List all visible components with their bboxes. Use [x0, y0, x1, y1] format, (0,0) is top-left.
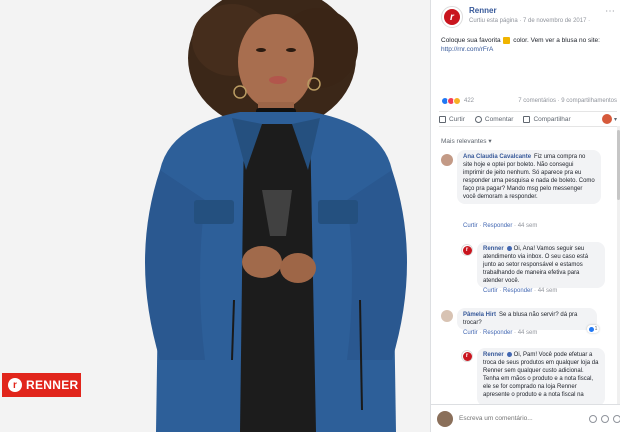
brand-logo-text: RENNER [26, 378, 79, 392]
comment-author[interactable]: Ana Claudia Cavalcante [463, 154, 531, 160]
current-user-avatar[interactable] [437, 410, 453, 427]
more-dots-icon[interactable]: ⋯ [605, 6, 615, 17]
comment-time[interactable]: 44 sem [518, 330, 538, 336]
post-text: Coloque sua favorita color. Vem ver a bl… [441, 36, 613, 54]
like-label: Curtir [449, 115, 465, 123]
comment-time[interactable]: 44 sem [538, 288, 558, 294]
brand-logo: r RENNER [2, 373, 81, 397]
brand-avatar[interactable] [461, 350, 473, 362]
comment-like-link[interactable]: Curtir [483, 288, 498, 294]
comment-like-count: 1 [594, 326, 598, 332]
comment-like-link[interactable]: Curtir [463, 330, 478, 336]
comment-text: Oi, Pam! Você pode efetuar a troca de se… [483, 352, 599, 398]
post-actions: Curtir Comentar Compartilhar ▾ [439, 111, 617, 127]
verified-badge-icon [506, 351, 512, 357]
comments-shares-stats[interactable]: 7 comentários · 9 compartilhamentos [518, 98, 617, 104]
comment-button[interactable]: Comentar [474, 115, 514, 123]
reactions-bar[interactable]: 422 7 comentários · 9 compartilhamentos [441, 96, 617, 106]
avatar[interactable] [441, 310, 453, 322]
comment-actions: Curtir · Responder · 44 sem [483, 288, 558, 294]
reactions-count[interactable]: 422 [464, 98, 474, 104]
emoji-icon[interactable] [589, 414, 597, 423]
comment-reply-link[interactable]: Responder [503, 288, 532, 294]
comment-bubble: Ana Claudia Cavalcante Fiz uma compra no … [457, 150, 601, 204]
comment-composer [431, 404, 620, 432]
share-as-avatar[interactable] [601, 114, 612, 124]
comment-label: Comentar [484, 115, 514, 123]
share-label: Compartilhar [533, 115, 571, 123]
avatar[interactable] [441, 154, 453, 166]
comment-input[interactable] [459, 411, 581, 426]
camera-icon[interactable] [601, 414, 609, 423]
comment-icon [474, 115, 482, 123]
post-panel: r Renner Curtiu esta página · 7 de novem… [430, 0, 620, 432]
verified-badge-icon [506, 245, 512, 251]
page-avatar[interactable]: r [441, 6, 463, 28]
share-button[interactable]: Compartilhar [523, 115, 571, 123]
comment-actions: Curtir · Responder · 44 sem [463, 223, 538, 229]
post-header: r Renner Curtiu esta página · 7 de novem… [441, 6, 617, 32]
post-text-part1: Coloque sua favorita [441, 37, 501, 44]
brand-logo-icon: r [8, 378, 22, 392]
comment-like-badge[interactable]: 1 [587, 325, 599, 333]
comment-actions: Curtir · Responder · 44 sem [463, 330, 538, 336]
page-name-link[interactable]: Renner [469, 6, 590, 16]
comment-time[interactable]: 44 sem [518, 223, 538, 229]
share-icon [523, 115, 531, 123]
model-illustration [0, 0, 430, 432]
comment-bubble: Pâmela Hirt Se a blusa não servir? dá pra… [457, 308, 597, 330]
brand-avatar[interactable] [461, 244, 473, 256]
like-icon [439, 115, 446, 123]
comment-author[interactable]: Pâmela Hirt [463, 312, 496, 318]
post-meta: Curtiu esta página · 7 de novembro de 20… [469, 18, 591, 24]
comment-sort-dropdown[interactable]: Mais relevantes ▾ [441, 137, 492, 145]
chevron-down-icon[interactable]: ▾ [614, 116, 617, 123]
comment-text: Fiz uma compra no site hoje e optei por … [463, 154, 595, 200]
gif-icon[interactable] [613, 414, 620, 423]
comment-bubble: Renner Oi, Ana! Vamos seguir seu atendime… [477, 242, 605, 288]
comment-reply-link[interactable]: Responder [483, 330, 512, 336]
post-photo[interactable]: r RENNER [0, 0, 430, 432]
composer-tools [585, 414, 620, 423]
comment-like-link[interactable]: Curtir [463, 223, 478, 229]
comment-bubble: Renner Oi, Pam! Você pode efetuar a troca… [477, 348, 605, 406]
comment-author[interactable]: Renner [483, 352, 504, 358]
wow-reaction-icon [453, 97, 461, 105]
comment-reply-link[interactable]: Responder [483, 223, 512, 229]
post-text-part2: color. Vem ver a blusa no site: [513, 37, 600, 44]
comment-author[interactable]: Renner [483, 246, 504, 252]
like-button[interactable]: Curtir [439, 115, 465, 123]
post-link[interactable]: http://rnr.com/rFrA [441, 46, 493, 53]
emoji-icon [503, 36, 511, 44]
